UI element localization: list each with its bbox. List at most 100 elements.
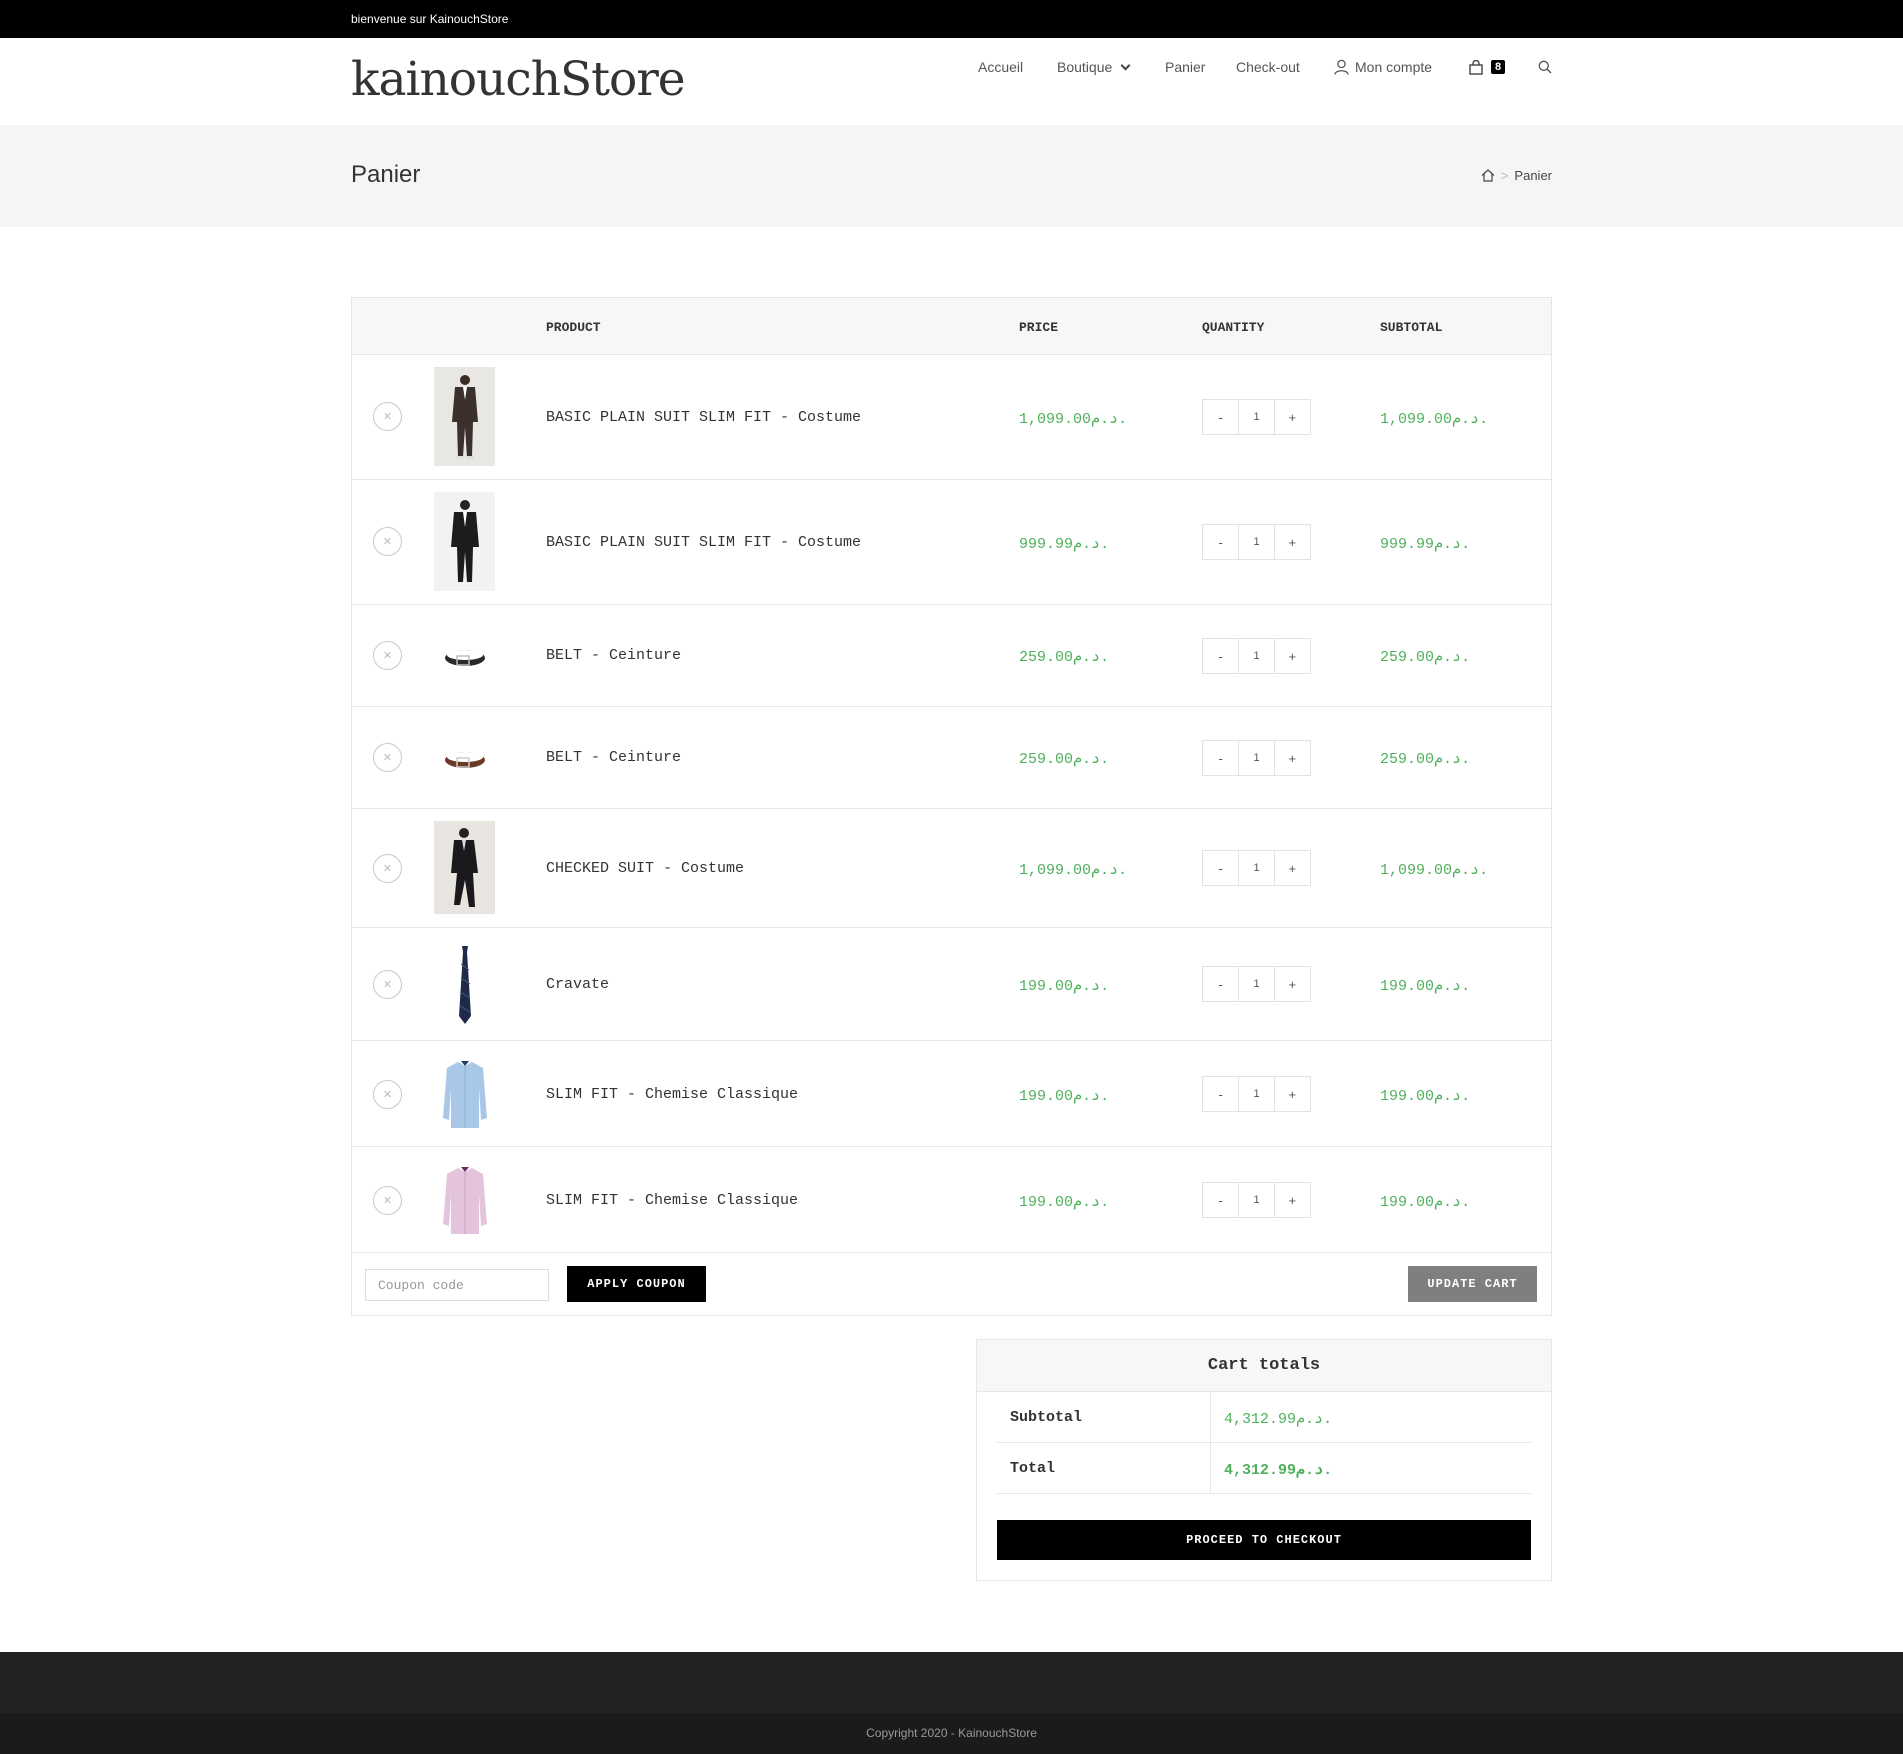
table-row: ✕ CHECKED SUIT - Costume 1,099.00د.م. - … (352, 809, 1551, 928)
quantity-stepper: - 1 + (1202, 966, 1311, 1002)
decrement-button[interactable]: - (1203, 639, 1238, 673)
remove-item-button[interactable]: ✕ (373, 527, 402, 556)
decrement-button[interactable]: - (1203, 525, 1238, 559)
product-price: 199.00د.م. (1019, 1088, 1110, 1105)
quantity-input[interactable]: 1 (1238, 967, 1275, 1001)
belt-brown-icon[interactable] (434, 727, 495, 789)
shopping-bag-icon (1469, 59, 1483, 75)
suit-black-icon[interactable] (434, 492, 495, 591)
product-name[interactable]: SLIM FIT - Chemise Classique (546, 1192, 798, 1209)
header-subtotal: SUBTOTAL (1380, 320, 1443, 335)
proceed-to-checkout-button[interactable]: PROCEED TO CHECKOUT (997, 1520, 1531, 1560)
product-subtotal: 199.00د.م. (1380, 978, 1471, 995)
increment-button[interactable]: + (1275, 525, 1310, 559)
product-name[interactable]: SLIM FIT - Chemise Classique (546, 1086, 798, 1103)
quantity-stepper: - 1 + (1202, 638, 1311, 674)
update-cart-button[interactable]: UPDATE CART (1408, 1266, 1537, 1302)
divider (1210, 1392, 1211, 1443)
quantity-input[interactable]: 1 (1238, 400, 1275, 434)
increment-button[interactable]: + (1275, 967, 1310, 1001)
product-subtotal: 1,099.00د.م. (1380, 862, 1489, 879)
product-name[interactable]: BELT - Ceinture (546, 647, 681, 664)
totals-subtotal-row: Subtotal 4,312.99د.م. (997, 1392, 1531, 1443)
page-header: Panier > Panier (0, 125, 1903, 227)
apply-coupon-button[interactable]: APPLY COUPON (567, 1266, 706, 1302)
increment-button[interactable]: + (1275, 1183, 1310, 1217)
product-name[interactable]: CHECKED SUIT - Costume (546, 860, 744, 877)
table-row: ✕ BASIC PLAIN SUIT SLIM FIT - Costume 99… (352, 480, 1551, 605)
remove-item-button[interactable]: ✕ (373, 854, 402, 883)
home-icon[interactable] (1481, 169, 1495, 182)
cart-table: PRODUCT PRICE QUANTITY SUBTOTAL ✕ BASIC … (351, 297, 1552, 1316)
shirt-blue-icon[interactable] (434, 1055, 495, 1133)
chevron-down-icon (1120, 60, 1131, 70)
quantity-input[interactable]: 1 (1238, 639, 1275, 673)
table-row: ✕ SLIM FIT - Chemise Classique 199.00د.م… (352, 1147, 1551, 1253)
nav-checkout[interactable]: Check-out (1236, 59, 1300, 75)
increment-button[interactable]: + (1275, 400, 1310, 434)
nav-search[interactable] (1538, 60, 1552, 74)
product-name[interactable]: BASIC PLAIN SUIT SLIM FIT - Costume (546, 534, 861, 551)
product-price: 199.00د.م. (1019, 978, 1110, 995)
divider (1210, 1443, 1211, 1494)
decrement-button[interactable]: - (1203, 1183, 1238, 1217)
site-logo[interactable]: kainouchStore (351, 52, 686, 107)
nav-shop[interactable]: Boutique (1057, 59, 1131, 75)
nav-cart-icon[interactable]: 8 (1469, 59, 1506, 75)
decrement-button[interactable]: - (1203, 1077, 1238, 1111)
nav-home[interactable]: Accueil (978, 59, 1023, 75)
nav-checkout-label: Check-out (1236, 59, 1300, 75)
tie-icon[interactable] (434, 938, 495, 1031)
nav-account[interactable]: Mon compte (1334, 59, 1432, 75)
increment-button[interactable]: + (1275, 1077, 1310, 1111)
remove-item-button[interactable]: ✕ (373, 970, 402, 999)
remove-item-button[interactable]: ✕ (373, 1186, 402, 1215)
product-subtotal: 999.99د.م. (1380, 536, 1471, 553)
increment-button[interactable]: + (1275, 741, 1310, 775)
shirt-pink-icon[interactable] (434, 1161, 495, 1239)
product-price: 259.00د.م. (1019, 649, 1110, 666)
quantity-input[interactable]: 1 (1238, 851, 1275, 885)
remove-item-button[interactable]: ✕ (373, 402, 402, 431)
breadcrumb: > Panier (1481, 168, 1552, 183)
nav-cart[interactable]: Panier (1165, 59, 1205, 75)
breadcrumb-separator: > (1500, 168, 1509, 183)
quantity-input[interactable]: 1 (1238, 1077, 1275, 1111)
table-row: ✕ Cravate 199.00د.م. - 1 + 199.00د.م. (352, 928, 1551, 1041)
decrement-button[interactable]: - (1203, 967, 1238, 1001)
remove-item-button[interactable]: ✕ (373, 641, 402, 670)
table-row: ✕ BASIC PLAIN SUIT SLIM FIT - Costume 1,… (352, 355, 1551, 480)
total-value: 4,312.99د.م. (1224, 1462, 1333, 1479)
welcome-text: bienvenue sur KainouchStore (351, 12, 509, 26)
quantity-stepper: - 1 + (1202, 850, 1311, 886)
search-icon (1538, 60, 1552, 74)
remove-item-button[interactable]: ✕ (373, 1080, 402, 1109)
footer-bar: Copyright 2020 - KainouchStore (0, 1713, 1903, 1754)
quantity-input[interactable]: 1 (1238, 741, 1275, 775)
coupon-input[interactable]: Coupon code (365, 1269, 549, 1301)
decrement-button[interactable]: - (1203, 741, 1238, 775)
cart-count-badge: 8 (1491, 60, 1506, 74)
copyright-text: Copyright 2020 - KainouchStore (866, 1726, 1037, 1740)
footer-widgets (0, 1652, 1903, 1713)
breadcrumb-current: Panier (1514, 168, 1552, 183)
remove-item-button[interactable]: ✕ (373, 743, 402, 772)
product-name[interactable]: BASIC PLAIN SUIT SLIM FIT - Costume (546, 409, 861, 426)
belt-black-icon[interactable] (434, 625, 495, 687)
suit-checked-icon[interactable] (434, 821, 495, 914)
suit-brown-icon[interactable] (434, 367, 495, 466)
decrement-button[interactable]: - (1203, 400, 1238, 434)
increment-button[interactable]: + (1275, 639, 1310, 673)
quantity-input[interactable]: 1 (1238, 525, 1275, 559)
quantity-input[interactable]: 1 (1238, 1183, 1275, 1217)
header-quantity: QUANTITY (1202, 320, 1265, 335)
increment-button[interactable]: + (1275, 851, 1310, 885)
product-name[interactable]: BELT - Ceinture (546, 749, 681, 766)
quantity-stepper: - 1 + (1202, 740, 1311, 776)
decrement-button[interactable]: - (1203, 851, 1238, 885)
product-name[interactable]: Cravate (546, 976, 609, 993)
product-price: 259.00د.م. (1019, 751, 1110, 768)
product-price: 1,099.00د.م. (1019, 411, 1128, 428)
cart-totals-title: Cart totals (977, 1340, 1551, 1392)
product-price: 199.00د.م. (1019, 1194, 1110, 1211)
